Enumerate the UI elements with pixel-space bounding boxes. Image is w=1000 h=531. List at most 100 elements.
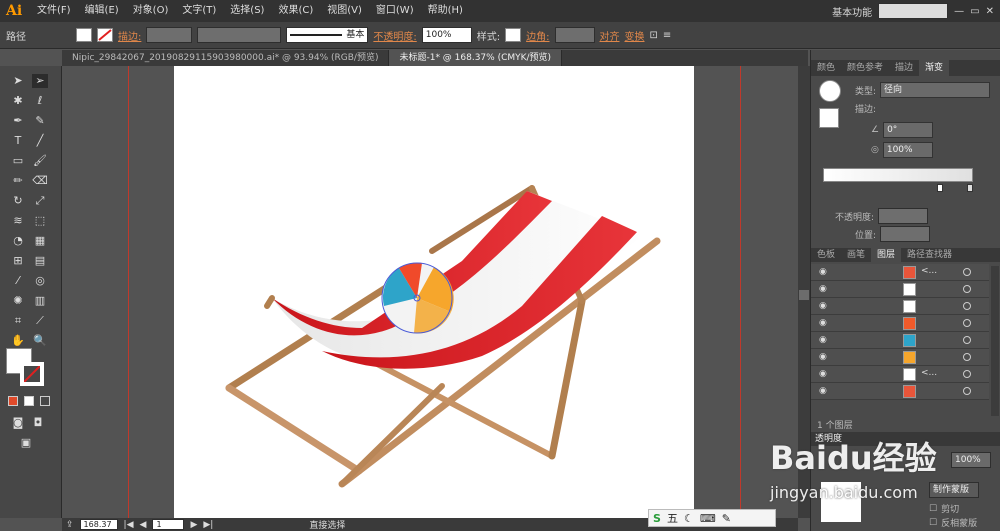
lasso-tool-icon[interactable]: ℓ [32,94,48,108]
stroke-label[interactable]: 描边: [118,28,141,43]
panel-menu-icon[interactable]: ≡ [663,30,671,41]
export-icon[interactable]: ⇪ [66,520,74,530]
ime-toolbar[interactable]: S 五 ☾ ⌨ ✎ [648,509,776,527]
workspace-switcher[interactable]: 基本功能 [832,4,872,19]
pencil-tool-icon[interactable]: ✏ [10,174,26,188]
tab-brushes[interactable]: 画笔 [841,248,871,262]
scale-tool-icon[interactable]: ⤢ [32,194,48,208]
opacity-label[interactable]: 不透明度: [373,28,416,43]
menu-item-6[interactable]: 视图(V) [320,0,369,22]
ime-mode[interactable]: 五 [667,510,678,526]
target-icon[interactable] [963,319,971,327]
menu-item-1[interactable]: 编辑(E) [78,0,126,22]
prev-page-icon[interactable]: ◀ [140,520,147,530]
warp-tool-icon[interactable]: ≋ [10,214,26,228]
stroke-color-swatch[interactable] [20,362,44,386]
magic-wand-tool-icon[interactable]: ✱ [10,94,26,108]
gradient-stop-right[interactable] [967,184,973,192]
line-tool-icon[interactable]: ╱ [32,134,48,148]
tab-pathfinder[interactable]: 路径查找器 [901,248,958,262]
eye-icon[interactable]: ◉ [819,318,831,328]
eyedropper-tool-icon[interactable]: ⁄ [10,274,26,288]
tab-document-1[interactable]: Nipic_29842067_20190829115903980000.ai* … [62,50,390,66]
layer-row[interactable]: ◉ [811,315,989,332]
gradient-fill-stroke-swatch[interactable] [819,108,839,128]
shape-builder-tool-icon[interactable]: ◔ [10,234,26,248]
target-icon[interactable] [963,370,971,378]
canvas[interactable] [62,66,798,518]
layer-row[interactable]: ◉ <... [811,366,989,383]
ime-keyboard-icon[interactable]: ⌨ [700,512,716,525]
layer-row[interactable]: ◉ [811,298,989,315]
menu-item-3[interactable]: 文字(T) [175,0,223,22]
eye-icon[interactable]: ◉ [819,284,831,294]
color-mode-icon[interactable] [8,396,18,406]
gradient-slider[interactable] [823,168,973,182]
tab-gradient[interactable]: 渐变 [919,60,950,76]
zoom-tool-icon[interactable]: 🔍 [32,334,48,348]
corner-input[interactable] [554,27,595,43]
target-icon[interactable] [963,336,971,344]
close-icon[interactable]: ✕ [986,6,994,17]
eye-icon[interactable]: ◉ [819,352,831,362]
minimize-icon[interactable]: — [954,6,964,17]
eye-icon[interactable]: ◉ [819,369,831,379]
search-input[interactable] [878,3,949,19]
opacity-input[interactable]: 100% [421,27,472,43]
menu-item-4[interactable]: 选择(S) [223,0,271,22]
zoom-input[interactable]: 168.37 [79,519,118,530]
menu-item-0[interactable]: 文件(F) [30,0,78,22]
layer-row[interactable]: ◉ <... [811,264,989,281]
ime-moon-icon[interactable]: ☾ [684,512,694,525]
layer-row[interactable]: ◉ [811,349,989,366]
eye-icon[interactable]: ◉ [819,301,831,311]
target-icon[interactable] [963,285,971,293]
layers-scrollbar[interactable] [991,266,999,416]
slice-tool-icon[interactable]: ⟋ [32,314,48,328]
tab-stroke[interactable]: 描边 [889,60,919,76]
blend-tool-icon[interactable]: ◎ [32,274,48,288]
eye-icon[interactable]: ◉ [819,335,831,345]
none-mode-icon[interactable] [40,396,50,406]
artboard-tool-icon[interactable]: ⌗ [10,314,26,328]
corner-label[interactable]: 边角: [526,28,549,43]
style-swatch[interactable] [505,28,522,42]
draw-normal-icon[interactable]: ◙ [10,416,26,430]
gradient-tool-icon[interactable]: ▤ [32,254,48,268]
gradient-type-dropdown[interactable]: 径向 [880,82,991,98]
paintbrush-tool-icon[interactable]: 🖌 [32,154,48,168]
isolate-icon[interactable]: ⊡ [650,30,658,41]
gradient-position-input[interactable] [880,226,931,242]
free-transform-tool-icon[interactable]: ⬚ [32,214,48,228]
next-page-icon[interactable]: ▶ [190,520,197,530]
eraser-tool-icon[interactable]: ⌫ [32,174,48,188]
restore-icon[interactable]: ▭ [970,6,979,17]
hand-tool-icon[interactable]: ✋ [10,334,26,348]
direct-selection-tool-icon[interactable]: ➢ [32,74,48,88]
menu-item-2[interactable]: 对象(O) [126,0,176,22]
gradient-stop-left[interactable] [937,184,943,192]
eye-icon[interactable]: ◉ [819,386,831,396]
ime-logo-icon[interactable]: S [653,512,661,525]
target-icon[interactable] [963,268,971,276]
artwork[interactable] [62,66,798,518]
page-input[interactable]: 1 [152,519,185,530]
menu-item-7[interactable]: 窗口(W) [369,0,421,22]
target-icon[interactable] [963,353,971,361]
target-icon[interactable] [963,387,971,395]
stroke-swatch[interactable] [97,28,113,42]
first-page-icon[interactable]: |◀ [124,520,134,530]
mesh-tool-icon[interactable]: ⊞ [10,254,26,268]
tab-document-2[interactable]: 未标题-1* @ 168.37% (CMYK/预览) [389,50,563,66]
ime-settings-icon[interactable]: ✎ [722,512,731,525]
stroke-weight-dropdown[interactable] [146,27,193,43]
layer-row[interactable]: ◉ [811,332,989,349]
type-tool-icon[interactable]: T [10,134,26,148]
tab-color[interactable]: 颜色 [811,60,841,76]
align-link[interactable]: 对齐 [600,28,620,43]
gradient-preview[interactable] [819,80,841,102]
symbol-sprayer-tool-icon[interactable]: ✺ [10,294,26,308]
brush-dropdown[interactable]: 基本 [286,27,369,43]
angle-input[interactable]: 0° [883,122,934,138]
menu-item-8[interactable]: 帮助(H) [421,0,470,22]
